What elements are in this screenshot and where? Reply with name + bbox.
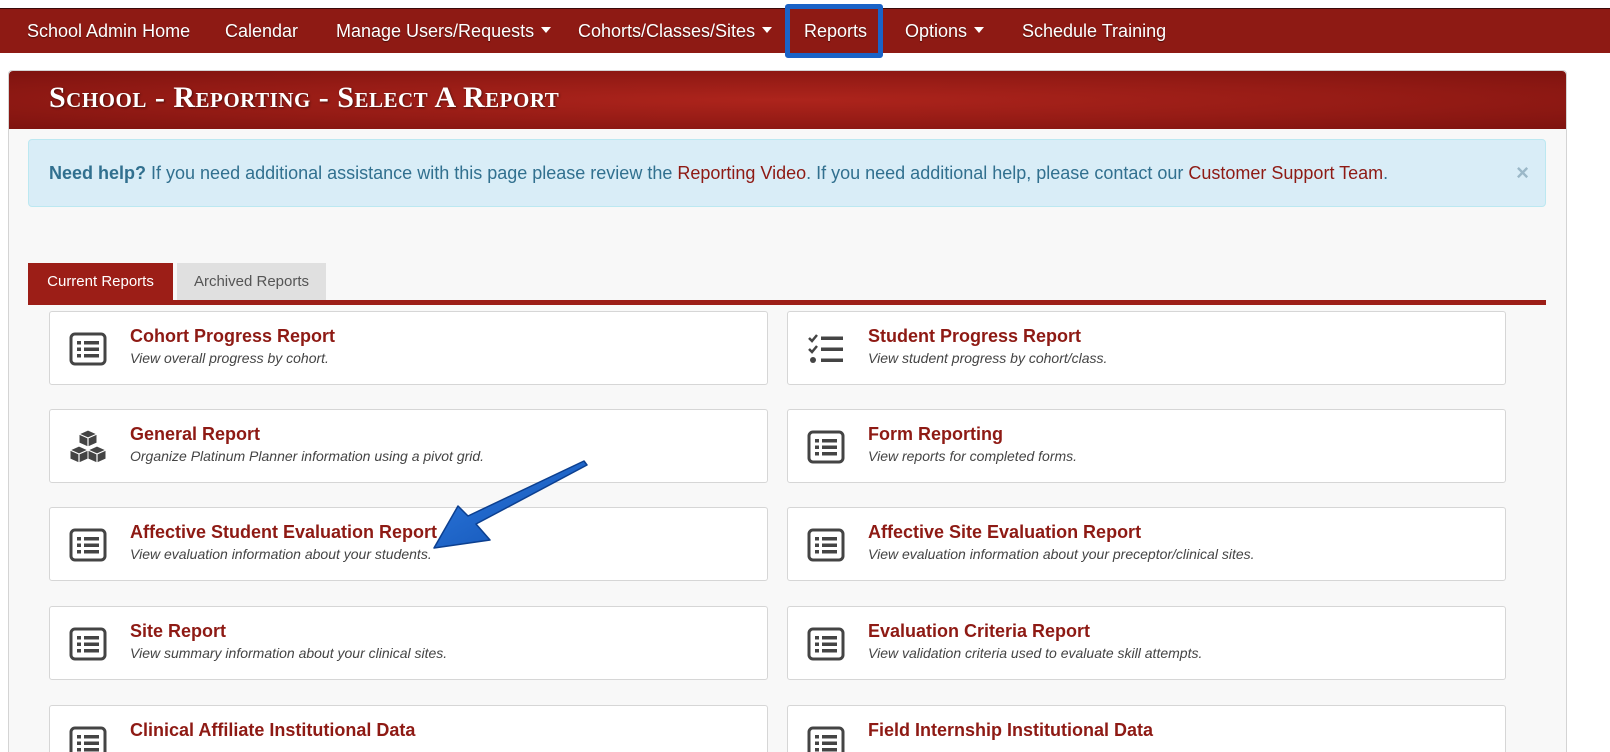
list-alt-icon: [807, 430, 845, 464]
report-card-field-internship-institutional-data[interactable]: Field Internship Institutional Data: [787, 705, 1506, 752]
report-title[interactable]: Clinical Affiliate Institutional Data: [130, 720, 415, 741]
nav-options[interactable]: Options: [905, 9, 985, 53]
alert-text: If you need additional assistance with t…: [146, 163, 678, 183]
report-description: Organize Platinum Planner information us…: [130, 448, 485, 464]
panel-header: School - Reporting - Select A Report: [9, 71, 1566, 129]
report-card-affective-site-evaluation[interactable]: Affective Site Evaluation Report View ev…: [787, 507, 1506, 581]
nav-label: Cohorts/Classes/Sites: [578, 21, 756, 41]
report-card-affective-student-evaluation[interactable]: Affective Student Evaluation Report View…: [49, 507, 768, 581]
tab-underline: [28, 300, 1546, 305]
report-card-student-progress[interactable]: Student Progress Report View student pro…: [787, 311, 1506, 385]
report-description: View evaluation information about your s…: [130, 546, 432, 562]
list-alt-icon: [807, 528, 845, 562]
caret-down-icon: [762, 27, 773, 34]
report-description: View reports for completed forms.: [868, 448, 1078, 464]
tab-archived-reports[interactable]: Archived Reports: [177, 263, 326, 301]
list-alt-icon: [807, 726, 845, 752]
report-card-general[interactable]: General Report Organize Platinum Planner…: [49, 409, 768, 483]
list-alt-icon: [69, 627, 107, 661]
report-card-clinical-affiliate-institutional-data[interactable]: Clinical Affiliate Institutional Data: [49, 705, 768, 752]
alert-text: .: [1383, 163, 1389, 183]
report-title[interactable]: General Report: [130, 424, 260, 445]
list-alt-icon: [69, 726, 107, 752]
report-description: View evaluation information about your p…: [868, 546, 1255, 562]
report-card-cohort-progress[interactable]: Cohort Progress Report View overall prog…: [49, 311, 768, 385]
list-alt-icon: [807, 627, 845, 661]
report-description: View overall progress by cohort.: [130, 350, 329, 366]
tasks-icon: [808, 334, 843, 363]
close-icon[interactable]: ×: [1516, 140, 1529, 206]
report-card-site[interactable]: Site Report View summary information abo…: [49, 606, 768, 680]
tab-current-reports[interactable]: Current Reports: [28, 263, 173, 301]
report-description: View validation criteria used to evaluat…: [868, 645, 1203, 661]
caret-down-icon: [541, 27, 552, 34]
caret-down-icon: [974, 27, 985, 34]
page-title: School - Reporting - Select A Report: [49, 81, 560, 114]
nav-label: Calendar: [225, 21, 299, 41]
nav-label: School Admin Home: [27, 21, 191, 41]
nav-manage-users-requests[interactable]: Manage Users/Requests: [336, 9, 552, 53]
report-title[interactable]: Cohort Progress Report: [130, 326, 335, 347]
nav-calendar[interactable]: Calendar: [225, 9, 298, 53]
nav-reports[interactable]: Reports: [804, 9, 867, 53]
help-alert: Need help? If you need additional assist…: [28, 139, 1546, 207]
nav-label: Schedule Training: [1022, 21, 1167, 41]
report-title[interactable]: Evaluation Criteria Report: [868, 621, 1090, 642]
report-title[interactable]: Affective Student Evaluation Report: [130, 522, 437, 543]
reporting-video-link[interactable]: Reporting Video: [677, 163, 806, 183]
report-title[interactable]: Student Progress Report: [868, 326, 1081, 347]
nav-school-admin-home[interactable]: School Admin Home: [27, 9, 190, 53]
report-title[interactable]: Site Report: [130, 621, 226, 642]
report-title[interactable]: Affective Site Evaluation Report: [868, 522, 1141, 543]
list-alt-icon: [69, 332, 107, 366]
report-panel: School - Reporting - Select A Report Nee…: [8, 70, 1567, 752]
nav-label: Options: [905, 21, 968, 41]
report-title[interactable]: Field Internship Institutional Data: [868, 720, 1153, 741]
customer-support-link[interactable]: Customer Support Team: [1188, 163, 1383, 183]
report-description: View summary information about your clin…: [130, 645, 448, 661]
nav-label: Reports: [804, 21, 868, 41]
top-navbar: School Admin Home Calendar Manage Users/…: [0, 9, 1610, 53]
report-card-form-reporting[interactable]: Form Reporting View reports for complete…: [787, 409, 1506, 483]
top-border: [0, 0, 1610, 9]
nav-schedule-training[interactable]: Schedule Training: [1022, 9, 1166, 53]
list-alt-icon: [69, 528, 107, 562]
alert-bold-label: Need help?: [49, 163, 147, 183]
report-description: View student progress by cohort/class.: [868, 350, 1108, 366]
report-card-evaluation-criteria[interactable]: Evaluation Criteria Report View validati…: [787, 606, 1506, 680]
alert-text: . If you need additional help, please co…: [806, 163, 1189, 183]
nav-label: Manage Users/Requests: [336, 21, 535, 41]
nav-cohorts-classes-sites[interactable]: Cohorts/Classes/Sites: [578, 9, 773, 53]
report-title[interactable]: Form Reporting: [868, 424, 1003, 445]
cubes-icon: [69, 429, 107, 464]
